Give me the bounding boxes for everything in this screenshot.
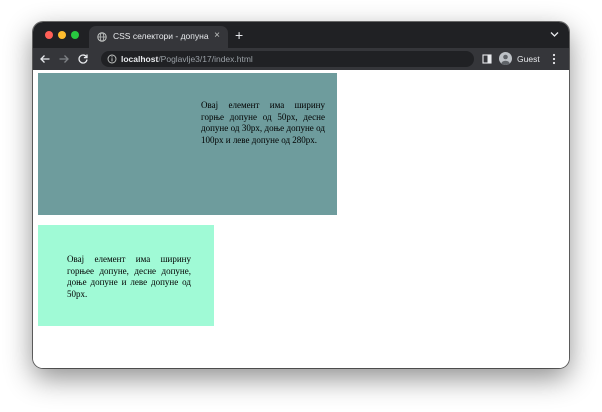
tab-strip: CSS селектори - допуна × + xyxy=(33,22,569,48)
address-bar[interactable]: localhost/Poglavlje3/17/index.html xyxy=(101,51,474,67)
arrow-left-icon[interactable] xyxy=(39,53,51,65)
url-text[interactable]: localhost/Poglavlje3/17/index.html xyxy=(121,53,253,65)
new-tab-button[interactable]: + xyxy=(235,27,243,43)
side-panel-icon[interactable] xyxy=(482,54,492,64)
browser-window: CSS селектори - допуна × + localhost/Pog… xyxy=(33,22,569,368)
reload-icon[interactable] xyxy=(77,53,89,65)
toolbar: localhost/Poglavlje3/17/index.html Guest xyxy=(33,48,569,70)
globe-icon xyxy=(97,32,107,42)
tab-active[interactable]: CSS селектори - допуна × xyxy=(89,26,228,48)
page-viewport: Овај елемент има ширину горње допуне од … xyxy=(33,70,569,368)
padding-box-two-text: Овај елемент има ширину горњее допуне, д… xyxy=(67,254,191,299)
url-path: /Poglavlje3/17/index.html xyxy=(158,54,253,64)
tab-title: CSS селектори - допуна xyxy=(113,31,209,41)
minimize-window-button[interactable] xyxy=(58,31,66,39)
maximize-window-button[interactable] xyxy=(71,31,79,39)
person-icon xyxy=(499,52,512,65)
padding-box-one-text: Овај елемент има ширину горње допуне од … xyxy=(201,100,325,145)
padding-box-one: Овај елемент има ширину горње допуне од … xyxy=(38,73,337,215)
url-host: localhost xyxy=(121,54,159,64)
three-dots-vertical-icon[interactable] xyxy=(552,53,556,65)
chevron-down-icon[interactable] xyxy=(550,31,559,38)
close-window-button[interactable] xyxy=(45,31,53,39)
tab-close-icon[interactable]: × xyxy=(214,30,220,42)
info-icon[interactable] xyxy=(107,54,117,64)
profile-label: Guest xyxy=(517,54,540,64)
padding-box-two: Овај елемент има ширину горњее допуне, д… xyxy=(38,225,214,326)
arrow-right-icon[interactable] xyxy=(58,53,70,65)
